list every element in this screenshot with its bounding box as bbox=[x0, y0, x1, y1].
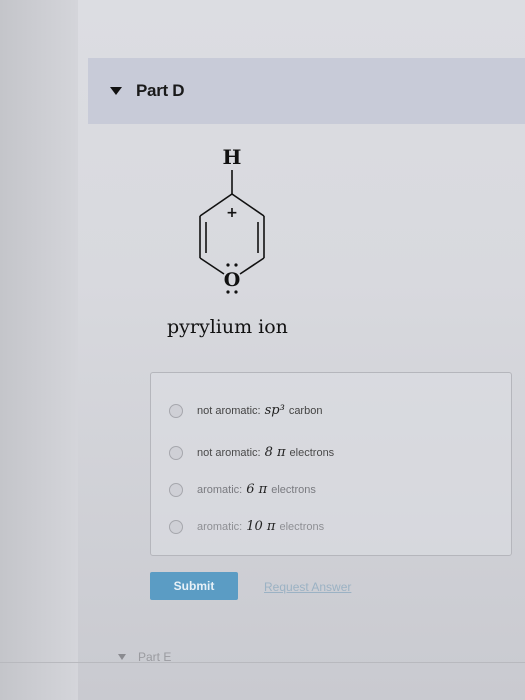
submit-button[interactable]: Submit bbox=[150, 572, 238, 600]
left-strip bbox=[0, 0, 78, 700]
option-emphasis: sp³ bbox=[264, 403, 285, 418]
part-e-header[interactable]: Part E bbox=[118, 650, 171, 664]
oxygen-atom: O bbox=[224, 269, 241, 291]
radio-button[interactable] bbox=[169, 519, 183, 534]
lone-pair-top bbox=[226, 263, 238, 267]
option-not-aromatic-sp3[interactable]: not aromatic: sp³ carbon bbox=[169, 403, 322, 418]
option-aromatic-10pi[interactable]: aromatic: 10 π electrons bbox=[169, 519, 324, 534]
part-e-title: Part E bbox=[138, 650, 172, 664]
part-d-header[interactable]: Part D bbox=[88, 58, 525, 124]
option-aromatic-6pi[interactable]: aromatic: 6 π electrons bbox=[169, 482, 316, 497]
answer-options: not aromatic: sp³ carbon not aromatic: 8… bbox=[150, 372, 512, 556]
option-emphasis: 10 π bbox=[246, 519, 276, 534]
collapse-triangle-icon[interactable] bbox=[118, 654, 126, 660]
divider bbox=[0, 662, 525, 663]
radio-button[interactable] bbox=[169, 445, 183, 460]
part-d-title: Part D bbox=[136, 81, 185, 100]
hydrogen-atom: H bbox=[223, 145, 242, 169]
molecule-caption: pyrylium ion bbox=[167, 316, 288, 338]
radio-button[interactable] bbox=[169, 403, 183, 418]
pyrylium-structure: H + O bbox=[199, 145, 265, 294]
option-not-aromatic-8pi[interactable]: not aromatic: 8 π electrons bbox=[169, 445, 334, 460]
positive-charge: + bbox=[226, 205, 238, 221]
radio-button[interactable] bbox=[169, 482, 183, 497]
option-text: electrons bbox=[271, 483, 316, 496]
request-answer-link[interactable]: Request Answer bbox=[264, 580, 351, 594]
option-text: not aromatic: bbox=[197, 404, 261, 417]
option-text: electrons bbox=[279, 520, 325, 533]
collapse-triangle-icon[interactable] bbox=[110, 87, 122, 95]
option-text: carbon bbox=[288, 404, 323, 417]
option-text: aromatic: bbox=[197, 483, 243, 496]
option-emphasis: 8 π bbox=[264, 445, 286, 460]
option-emphasis: 6 π bbox=[246, 482, 268, 497]
option-text: not aromatic: bbox=[197, 446, 261, 459]
option-text: electrons bbox=[289, 446, 335, 459]
option-text: aromatic: bbox=[197, 520, 243, 533]
